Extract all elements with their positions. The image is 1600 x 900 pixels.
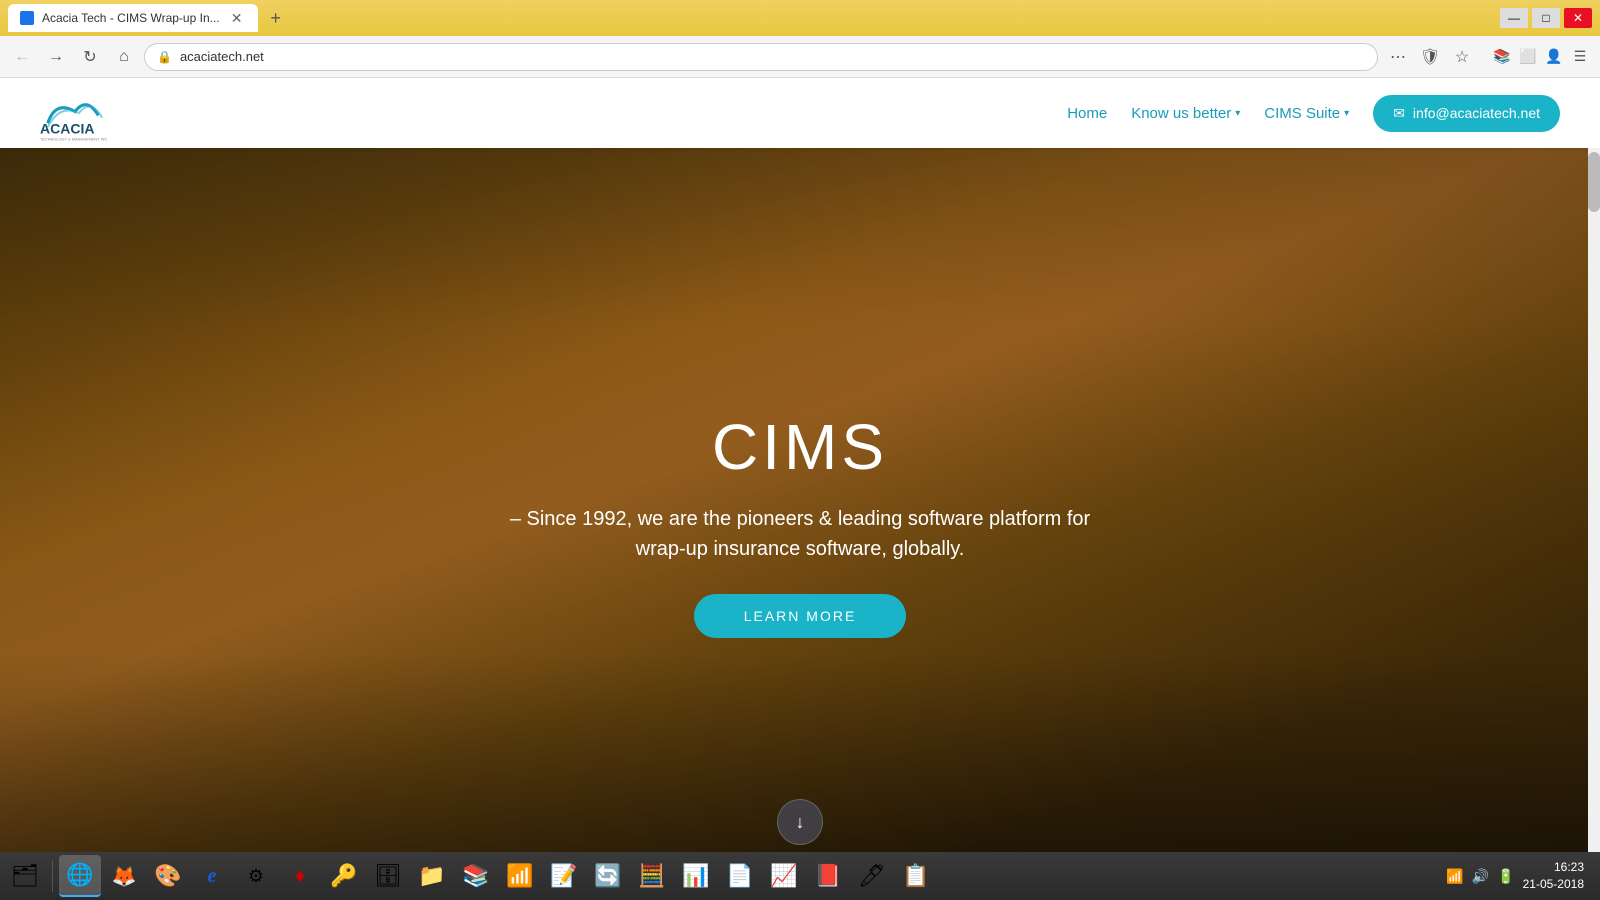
- menu-icon[interactable]: ☰: [1568, 45, 1592, 69]
- chrome-icon[interactable]: 🌐: [59, 855, 101, 897]
- calc-icon[interactable]: 🧮: [631, 855, 673, 897]
- website-content: ACACIA TECHNOLOGY & MANAGEMENT INC. Home…: [0, 78, 1600, 900]
- tab-favicon: [20, 11, 34, 25]
- site-header: ACACIA TECHNOLOGY & MANAGEMENT INC. Home…: [0, 78, 1600, 148]
- svg-text:TECHNOLOGY & MANAGEMENT INC.: TECHNOLOGY & MANAGEMENT INC.: [40, 136, 108, 141]
- window-controls: — □ ✕: [1500, 8, 1592, 28]
- tab-groups-icon[interactable]: ⬜: [1516, 45, 1540, 69]
- ie-icon[interactable]: e: [191, 855, 233, 897]
- home-button[interactable]: ⌂: [110, 43, 138, 71]
- scroll-down-arrow: ↓: [796, 812, 805, 833]
- email-icon: ✉: [1393, 105, 1405, 122]
- back-button[interactable]: ←: [8, 43, 36, 71]
- site-logo: ACACIA TECHNOLOGY & MANAGEMENT INC.: [40, 86, 110, 141]
- pen-icon[interactable]: 🖊: [851, 855, 893, 897]
- nav-know-us-label: Know us better: [1131, 105, 1231, 122]
- bookstack-icon[interactable]: 📚: [455, 855, 497, 897]
- scrollbar-thumb[interactable]: [1588, 152, 1600, 212]
- firefox-icon[interactable]: 🦊: [103, 855, 145, 897]
- more-tools-button[interactable]: ⋯: [1384, 43, 1412, 71]
- scroll-down-button[interactable]: ↓: [777, 799, 823, 845]
- network-icon: 📶: [1446, 868, 1463, 885]
- scrollbar[interactable]: [1588, 148, 1600, 900]
- site-nav: Home Know us better ▾ CIMS Suite ▾ ✉ inf…: [1067, 95, 1560, 132]
- clock-date: 21-05-2018: [1523, 876, 1584, 893]
- email-label: info@acaciatech.net: [1413, 105, 1540, 121]
- nav-know-us[interactable]: Know us better ▾: [1131, 105, 1240, 122]
- hero-content: CIMS – Since 1992, we are the pioneers &…: [500, 410, 1100, 638]
- notefile-icon[interactable]: 📝: [543, 855, 585, 897]
- paint-icon[interactable]: 🎨: [147, 855, 189, 897]
- url-text: acaciatech.net: [180, 49, 1365, 64]
- nav-cims-suite-label: CIMS Suite: [1264, 105, 1340, 122]
- maximize-button[interactable]: □: [1532, 8, 1560, 28]
- browser-tab[interactable]: Acacia Tech - CIMS Wrap-up In... ✕: [8, 4, 258, 32]
- nav-know-us-arrow: ▾: [1235, 108, 1240, 119]
- minimize-button[interactable]: —: [1500, 8, 1528, 28]
- filezilla-icon[interactable]: 📶: [499, 855, 541, 897]
- clock-time: 16:23: [1523, 859, 1584, 876]
- folder-icon[interactable]: 📁: [411, 855, 453, 897]
- teamviewer-icon[interactable]: 🔄: [587, 855, 629, 897]
- shield-icon[interactable]: 🛡: [1416, 43, 1444, 71]
- taskbar: 🗂 🌐 🦊 🎨 e ⚙ ♦ 🔑 🗄 📁 📚 📶 📝 🔄 🧮 📊 📄 📈 📕 🖊 …: [0, 852, 1600, 900]
- new-tab-button[interactable]: +: [262, 4, 290, 32]
- nav-cims-suite-arrow: ▾: [1344, 108, 1349, 119]
- svg-text:ACACIA: ACACIA: [40, 120, 94, 136]
- hero-subtitle: – Since 1992, we are the pioneers & lead…: [500, 504, 1100, 564]
- refresh-button[interactable]: ↻: [76, 43, 104, 71]
- nav-cims-suite[interactable]: CIMS Suite ▾: [1264, 105, 1349, 122]
- bookmark-button[interactable]: ☆: [1448, 43, 1476, 71]
- toolbar-icons: 📚 ⬜ 👤 ☰: [1490, 45, 1592, 69]
- email-button[interactable]: ✉ info@acaciatech.net: [1373, 95, 1560, 132]
- battery-icon: 🔋: [1497, 868, 1514, 885]
- tab-close-button[interactable]: ✕: [228, 9, 246, 27]
- logo-svg: ACACIA TECHNOLOGY & MANAGEMENT INC.: [40, 86, 110, 141]
- browser-frame: Acacia Tech - CIMS Wrap-up In... ✕ + — □…: [0, 0, 1600, 900]
- forward-button[interactable]: →: [42, 43, 70, 71]
- nav-home[interactable]: Home: [1067, 105, 1107, 122]
- browser-actions: ⋯ 🛡 ☆: [1384, 43, 1476, 71]
- account-icon[interactable]: 👤: [1542, 45, 1566, 69]
- volume-icon: 🔊: [1472, 868, 1489, 885]
- learn-more-button[interactable]: LEARN MORE: [694, 594, 907, 638]
- acrobat-icon[interactable]: 📕: [807, 855, 849, 897]
- excel-icon[interactable]: 📈: [763, 855, 805, 897]
- hero-title: CIMS: [712, 410, 888, 484]
- url-bar[interactable]: 🔒 acaciatech.net: [144, 43, 1378, 71]
- ppt-icon[interactable]: 📊: [675, 855, 717, 897]
- hero-section: CIMS – Since 1992, we are the pioneers &…: [0, 78, 1600, 900]
- db-icon[interactable]: 🗄: [367, 855, 409, 897]
- files-icon[interactable]: 🗂: [4, 855, 46, 897]
- word-icon[interactable]: 📄: [719, 855, 761, 897]
- bookmarks-icon[interactable]: 📚: [1490, 45, 1514, 69]
- taskbar-separator: [52, 860, 53, 892]
- security-icon: 🔒: [157, 50, 172, 64]
- tab-title: Acacia Tech - CIMS Wrap-up In...: [42, 11, 220, 25]
- xampp-icon[interactable]: ⚙: [235, 855, 277, 897]
- red-diamond-icon[interactable]: ♦: [279, 855, 321, 897]
- close-button[interactable]: ✕: [1564, 8, 1592, 28]
- clip-icon[interactable]: 📋: [895, 855, 937, 897]
- system-clock: 16:23 21-05-2018: [1523, 859, 1592, 893]
- title-bar: Acacia Tech - CIMS Wrap-up In... ✕ + — □…: [0, 0, 1600, 36]
- address-bar: ← → ↻ ⌂ 🔒 acaciatech.net ⋯ 🛡 ☆ 📚 ⬜ 👤 ☰: [0, 36, 1600, 78]
- key-icon[interactable]: 🔑: [323, 855, 365, 897]
